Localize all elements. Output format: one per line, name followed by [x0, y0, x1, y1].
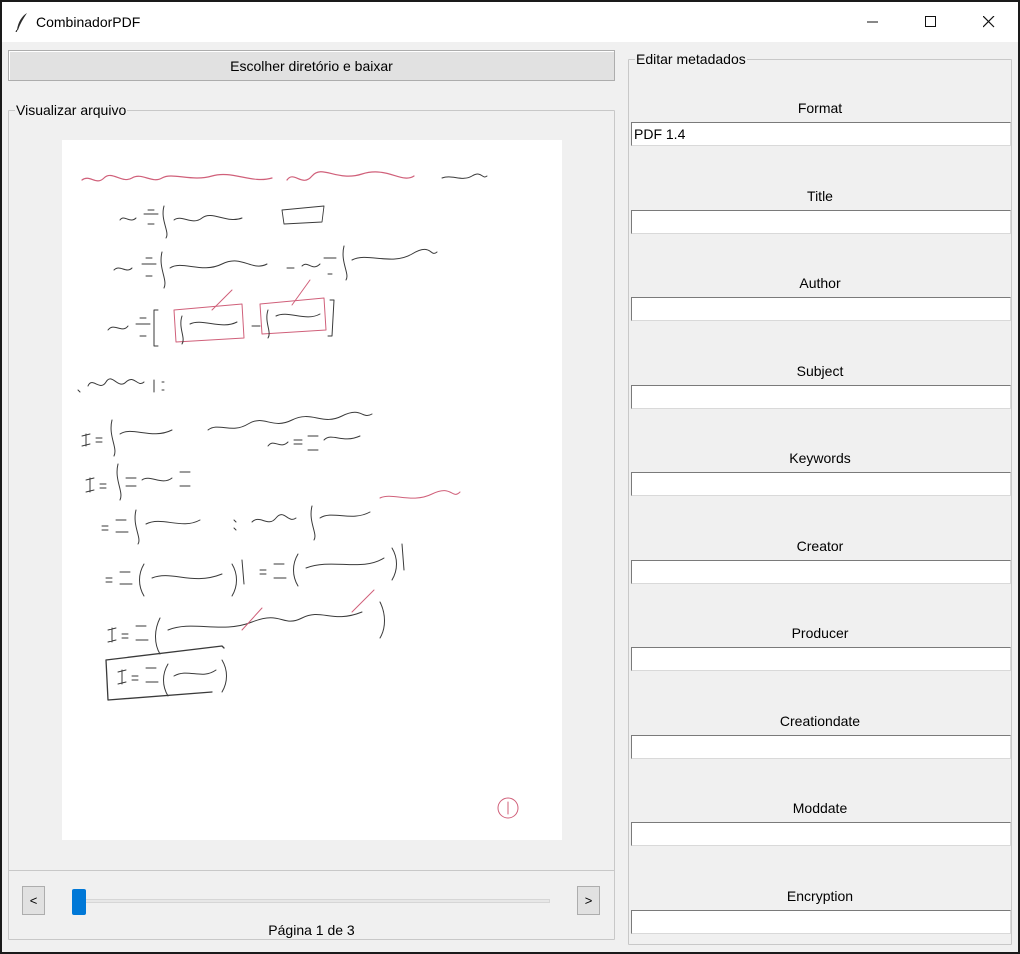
page-slider-thumb[interactable] [72, 889, 86, 915]
metadata-group-title: Editar metadados [636, 51, 746, 67]
close-button[interactable] [960, 2, 1018, 42]
window-title: CombinadorPDF [36, 14, 141, 30]
choose-directory-download-button[interactable]: Escolher diretório e baixar [8, 50, 615, 81]
app-window: CombinadorPDF Escolher diretório e baixa… [0, 0, 1020, 954]
metadata-input-title[interactable] [631, 209, 1011, 234]
metadata-label-format: Format [797, 100, 843, 116]
metadata-input-keywords[interactable] [631, 472, 1011, 496]
metadata-input-creator[interactable] [631, 559, 1011, 584]
maximize-button[interactable] [902, 2, 960, 42]
metadata-label-subject: Subject [796, 362, 844, 379]
client-area: Escolher diretório e baixar Visualizar a… [2, 42, 1018, 952]
metadata-label-keywords: Keywords [789, 450, 851, 466]
page-slider-track[interactable] [72, 899, 550, 903]
metadata-input-format[interactable] [631, 122, 1011, 146]
maximize-icon [925, 16, 936, 27]
choose-directory-label: Escolher diretório e baixar [230, 57, 393, 74]
navigation-separator [9, 870, 614, 871]
metadata-label-moddate: Moddate [792, 800, 848, 816]
metadata-label-author: Author [799, 275, 841, 291]
previous-page-button[interactable]: < [22, 886, 45, 915]
metadata-input-subject[interactable] [631, 384, 1011, 409]
close-icon [983, 16, 995, 28]
page-indicator: Página 1 de 3 [268, 922, 355, 938]
metadata-label-creationdate: Creationdate [779, 712, 861, 729]
next-page-label: > [584, 893, 593, 908]
metadata-input-producer[interactable] [631, 647, 1011, 671]
title-bar[interactable]: CombinadorPDF [2, 2, 1018, 42]
preview-group: Visualizar arquivo < > Página 1 de 3 [8, 102, 615, 940]
feather-icon [15, 13, 27, 32]
minimize-button[interactable] [844, 2, 902, 42]
handwritten-page-image [77, 171, 519, 819]
metadata-input-author[interactable] [631, 297, 1011, 321]
pdf-page-preview [62, 140, 562, 840]
metadata-group: Editar metadados Format Title Author Subjec… [628, 51, 1012, 945]
minimize-icon [867, 21, 878, 23]
previous-page-label: < [29, 893, 38, 908]
metadata-input-moddate[interactable] [631, 822, 1011, 846]
metadata-label-encryption: Encryption [786, 887, 854, 904]
metadata-label-producer: Producer [791, 625, 849, 641]
metadata-label-title: Title [807, 187, 833, 204]
metadata-input-encryption[interactable] [631, 909, 1011, 934]
metadata-label-creator: Creator [796, 537, 844, 554]
metadata-input-creationdate[interactable] [631, 734, 1011, 759]
preview-group-title: Visualizar arquivo [16, 102, 127, 118]
next-page-button[interactable]: > [577, 886, 600, 915]
